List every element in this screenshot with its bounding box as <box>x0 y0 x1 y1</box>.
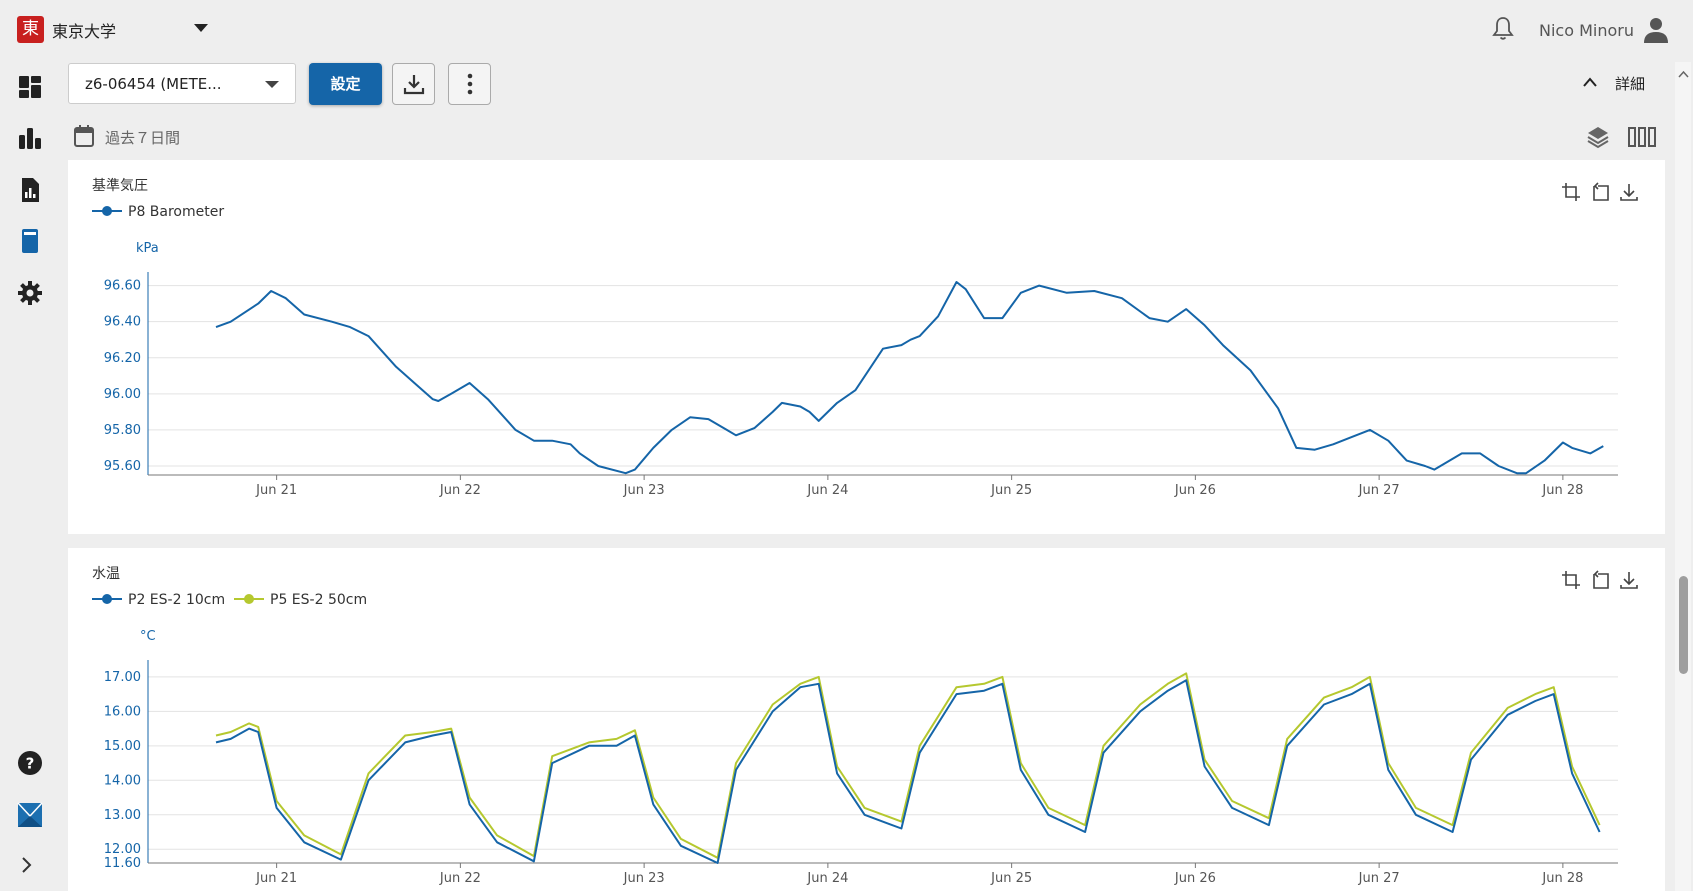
y-tick-label: 15.00 <box>104 739 141 754</box>
y-tick-label: 13.00 <box>104 808 141 823</box>
y-tick-label: 96.60 <box>104 279 141 294</box>
calendar-icon[interactable] <box>73 124 95 148</box>
bell-icon[interactable] <box>1491 16 1515 42</box>
y-tick-label: 95.60 <box>104 459 141 474</box>
x-tick-label: Jun 28 <box>1541 483 1583 498</box>
x-tick-label: Jun 24 <box>806 871 848 886</box>
y-tick-label: 17.00 <box>104 670 141 685</box>
water-temp-chart: °C 17.00 16.00 15.00 14.00 13.00 12.0011.60 Jun… <box>104 629 1618 886</box>
layers-icon[interactable] <box>1586 125 1610 149</box>
scroll-up-icon[interactable] <box>1678 70 1689 78</box>
pressure-chart: kPa 96.60 96.40 96.20 96.00 95.80 95.60 Jun 21 J… <box>104 241 1618 498</box>
chevron-right-icon[interactable] <box>17 855 37 875</box>
gear-icon[interactable] <box>17 280 43 306</box>
x-tick-label: Jun 25 <box>990 871 1032 886</box>
x-tick-label: Jun 26 <box>1174 483 1216 498</box>
scrollbar[interactable] <box>1675 62 1691 891</box>
y-tick-label: 96.00 <box>104 387 141 402</box>
chart-card-pressure: 基準気圧 P8 Barometer kPa 96.60 96.40 96.20 96.0… <box>68 160 1665 534</box>
columns-icon[interactable] <box>1628 125 1656 149</box>
chart-card-water-temp: 水温 P2 ES-2 10cm P5 ES-2 50cm °C 17.00 16.0… <box>68 548 1665 891</box>
svg-text:?: ? <box>26 755 35 773</box>
more-options-button[interactable] <box>448 63 491 105</box>
settings-button[interactable]: 設定 <box>309 63 382 105</box>
notebook-icon[interactable] <box>17 228 43 254</box>
help-icon[interactable]: ? <box>17 750 43 776</box>
more-vert-icon <box>467 73 473 95</box>
x-tick-label: Jun 23 <box>623 483 665 498</box>
download-icon <box>403 75 425 95</box>
device-select[interactable]: z6-06454 (METE... <box>68 63 296 104</box>
y-axis-unit-label: kPa <box>136 241 159 256</box>
x-tick-label: Jun 24 <box>806 483 848 498</box>
x-tick-label: Jun 21 <box>255 483 297 498</box>
app-logo-icon[interactable] <box>17 802 43 828</box>
user-name[interactable]: Nico Minoru <box>1539 21 1634 40</box>
y-tick-label: 96.20 <box>104 351 141 366</box>
x-tick-label: Jun 21 <box>255 871 297 886</box>
x-tick-label: Jun 27 <box>1358 871 1400 886</box>
chevron-up-icon[interactable] <box>1582 76 1598 88</box>
series-line[interactable] <box>215 679 1601 864</box>
series-line[interactable] <box>215 672 1601 859</box>
y-tick-label: 14.00 <box>104 773 141 788</box>
user-avatar-icon[interactable] <box>1643 16 1669 44</box>
x-tick-label: Jun 22 <box>439 483 481 498</box>
scrollbar-thumb[interactable] <box>1679 576 1688 674</box>
x-tick-label: Jun 23 <box>623 871 665 886</box>
x-tick-label: Jun 28 <box>1541 871 1583 886</box>
bar-chart-icon[interactable] <box>17 125 43 151</box>
y-tick-label: 16.00 <box>104 704 141 719</box>
x-tick-label: Jun 27 <box>1358 483 1400 498</box>
x-tick-label: Jun 25 <box>990 483 1032 498</box>
report-icon[interactable] <box>17 177 43 203</box>
download-button[interactable] <box>392 63 435 105</box>
y-tick-label: 95.80 <box>104 423 141 438</box>
y-axis-unit-label: °C <box>140 629 156 644</box>
org-name[interactable]: 東京大学 <box>52 18 116 42</box>
y-tick-label: 96.40 <box>104 315 141 330</box>
org-logo: 東 <box>17 16 44 43</box>
x-tick-label: Jun 26 <box>1174 871 1216 886</box>
device-select-value: z6-06454 (METE... <box>85 75 222 93</box>
y-tick-label: 12.00 <box>104 842 141 857</box>
series-line[interactable] <box>215 281 1604 475</box>
y-tick-label: 11.60 <box>104 856 141 871</box>
x-tick-label: Jun 22 <box>439 871 481 886</box>
details-toggle[interactable]: 詳細 <box>1615 73 1645 94</box>
dashboard-icon[interactable] <box>17 74 43 100</box>
chevron-down-icon <box>265 81 279 88</box>
org-dropdown-caret-icon[interactable] <box>194 24 208 32</box>
period-label[interactable]: 過去７日間 <box>105 127 180 148</box>
